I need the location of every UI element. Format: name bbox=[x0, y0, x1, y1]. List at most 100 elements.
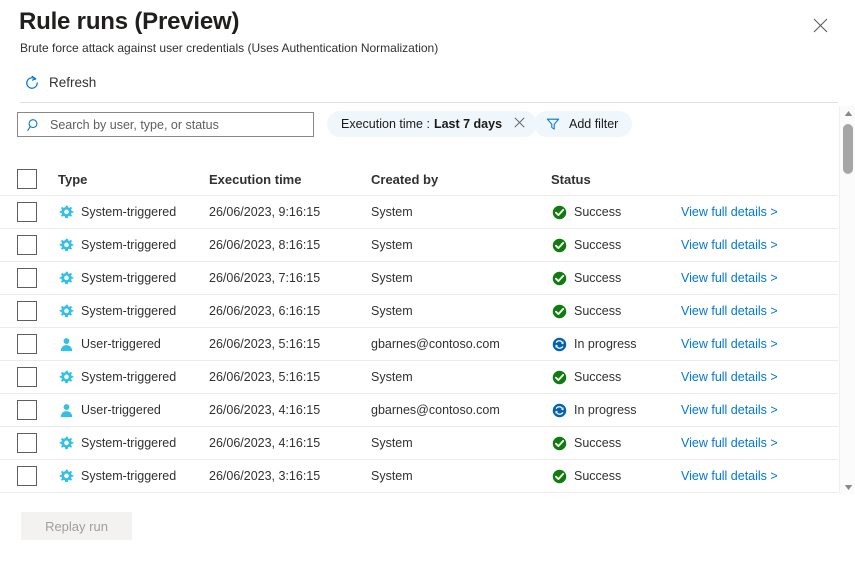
filter-pill-execution-time[interactable]: Execution time : Last 7 days bbox=[327, 111, 537, 137]
success-check-icon bbox=[551, 303, 567, 319]
person-icon bbox=[58, 336, 74, 352]
filter-pill-value: Last 7 days bbox=[434, 118, 502, 131]
table-row[interactable]: System-triggered26/06/2023, 4:16:15Syste… bbox=[0, 427, 838, 460]
filter-pill-label: Execution time : bbox=[341, 118, 430, 131]
row-select-checkbox[interactable] bbox=[17, 235, 37, 255]
row-select-checkbox[interactable] bbox=[17, 400, 37, 420]
search-box[interactable] bbox=[17, 112, 314, 137]
add-filter-button[interactable]: Add filter bbox=[534, 111, 632, 137]
column-header-created-by[interactable]: Created by bbox=[371, 172, 438, 187]
cell-type-label: System-triggered bbox=[81, 469, 176, 483]
table-row[interactable]: System-triggered26/06/2023, 9:16:15Syste… bbox=[0, 196, 838, 229]
table-row[interactable]: System-triggered 26/06/2023, 8:16:15 Syste… bbox=[0, 229, 838, 262]
view-full-details-link[interactable]: View full details > bbox=[681, 469, 778, 483]
status-badge: Success bbox=[574, 205, 621, 219]
footer-bar: Replay run bbox=[0, 512, 855, 542]
close-button[interactable] bbox=[807, 12, 833, 38]
success-check-icon bbox=[551, 369, 567, 385]
cell-type-label: System-triggered bbox=[81, 436, 176, 450]
cell-type: System-triggered bbox=[58, 303, 176, 319]
replay-run-button[interactable]: Replay run bbox=[21, 512, 132, 540]
scroll-down-button[interactable] bbox=[840, 480, 855, 494]
row-checkbox-cell bbox=[17, 433, 37, 453]
cell-created-by: System bbox=[371, 436, 413, 450]
table-row[interactable]: System-triggered26/06/2023, 3:16:15Syste… bbox=[0, 460, 838, 493]
cell-created-by: gbarnes@contoso.com bbox=[371, 403, 500, 417]
table-row[interactable]: System-triggered26/06/2023, 7:16:15Syste… bbox=[0, 262, 838, 295]
cell-type: System-triggered bbox=[58, 204, 176, 220]
status-badge: Success bbox=[574, 370, 621, 384]
cell-created-by: System bbox=[371, 238, 413, 252]
command-bar: Refresh bbox=[0, 68, 855, 98]
cell-type-label: System-triggered bbox=[81, 304, 176, 318]
row-select-checkbox[interactable] bbox=[17, 301, 37, 321]
cell-action: View full details > bbox=[681, 238, 778, 252]
view-full-details-link[interactable]: View full details > bbox=[681, 436, 778, 450]
cell-type: System-triggered bbox=[58, 435, 176, 451]
row-checkbox-cell bbox=[17, 301, 37, 321]
scrollbar-thumb[interactable] bbox=[843, 124, 853, 174]
cell-status: Success bbox=[551, 435, 621, 451]
filter-pill-remove-button[interactable] bbox=[511, 116, 527, 132]
refresh-button[interactable]: Refresh bbox=[24, 68, 96, 98]
table-row[interactable]: User-triggered26/06/2023, 5:16:15gbarnes… bbox=[0, 328, 838, 361]
cell-execution-time: 26/06/2023, 9:16:15 bbox=[209, 205, 320, 219]
success-check-icon bbox=[551, 270, 567, 286]
scroll-up-button[interactable] bbox=[840, 106, 855, 120]
row-select-checkbox[interactable] bbox=[17, 466, 37, 486]
row-select-checkbox[interactable] bbox=[17, 367, 37, 387]
row-select-checkbox[interactable] bbox=[17, 334, 37, 354]
table-row[interactable]: System-triggered26/06/2023, 6:16:15Syste… bbox=[0, 295, 838, 328]
row-checkbox-cell bbox=[17, 334, 37, 354]
cell-execution-time: 26/06/2023, 6:16:15 bbox=[209, 304, 320, 318]
table-scrollbar[interactable] bbox=[839, 106, 855, 494]
gear-icon bbox=[58, 204, 74, 220]
cell-type-label: System-triggered bbox=[81, 271, 176, 285]
row-checkbox-cell bbox=[17, 268, 37, 288]
page-title: Rule runs (Preview) bbox=[19, 8, 239, 36]
cell-action: View full details > bbox=[681, 304, 778, 318]
gear-icon bbox=[58, 237, 74, 253]
cell-created-by: gbarnes@contoso.com bbox=[371, 337, 500, 351]
status-badge: Success bbox=[574, 238, 621, 252]
view-full-details-link[interactable]: View full details > bbox=[681, 271, 778, 285]
cell-action: View full details > bbox=[681, 370, 778, 384]
cell-created-by: System bbox=[371, 469, 413, 483]
cell-type: System-triggered bbox=[58, 369, 176, 385]
select-all-checkbox[interactable] bbox=[17, 169, 37, 189]
table-row[interactable]: User-triggered26/06/2023, 4:16:15gbarnes… bbox=[0, 394, 838, 427]
success-check-icon bbox=[551, 204, 567, 220]
column-header-type[interactable]: Type bbox=[58, 172, 87, 187]
view-full-details-link[interactable]: View full details > bbox=[681, 337, 778, 351]
status-badge: In progress bbox=[574, 403, 637, 417]
view-full-details-link[interactable]: View full details > bbox=[681, 304, 778, 318]
cell-type-label: User-triggered bbox=[81, 337, 161, 351]
cell-status: Success bbox=[551, 303, 621, 319]
sync-in-progress-icon bbox=[551, 402, 567, 418]
column-header-execution-time[interactable]: Execution time bbox=[209, 172, 301, 187]
search-input[interactable] bbox=[50, 115, 300, 135]
row-checkbox-cell bbox=[17, 202, 37, 222]
view-full-details-link[interactable]: View full details > bbox=[681, 370, 778, 384]
cell-type: User-triggered bbox=[58, 336, 161, 352]
cell-status: Success bbox=[551, 204, 621, 220]
cell-execution-time: 26/06/2023, 8:16:15 bbox=[209, 238, 320, 252]
refresh-icon bbox=[24, 75, 40, 91]
column-header-status[interactable]: Status bbox=[551, 172, 591, 187]
view-full-details-link[interactable]: View full details > bbox=[681, 403, 778, 417]
row-select-checkbox[interactable] bbox=[17, 433, 37, 453]
row-select-checkbox[interactable] bbox=[17, 202, 37, 222]
table-row[interactable]: System-triggered26/06/2023, 5:16:15Syste… bbox=[0, 361, 838, 394]
row-select-checkbox[interactable] bbox=[17, 268, 37, 288]
view-full-details-link[interactable]: View full details > bbox=[681, 238, 778, 252]
cell-created-by: System bbox=[371, 271, 413, 285]
cell-type-label: System-triggered bbox=[81, 238, 176, 252]
view-full-details-link[interactable]: View full details > bbox=[681, 205, 778, 219]
success-check-icon bbox=[551, 237, 567, 253]
cell-status: In progress bbox=[551, 402, 637, 418]
status-badge: Success bbox=[574, 271, 621, 285]
add-filter-label: Add filter bbox=[569, 117, 618, 131]
cell-action: View full details > bbox=[681, 337, 778, 351]
cell-action: View full details > bbox=[681, 436, 778, 450]
filter-row: Execution time : Last 7 days Add filter bbox=[0, 111, 855, 139]
